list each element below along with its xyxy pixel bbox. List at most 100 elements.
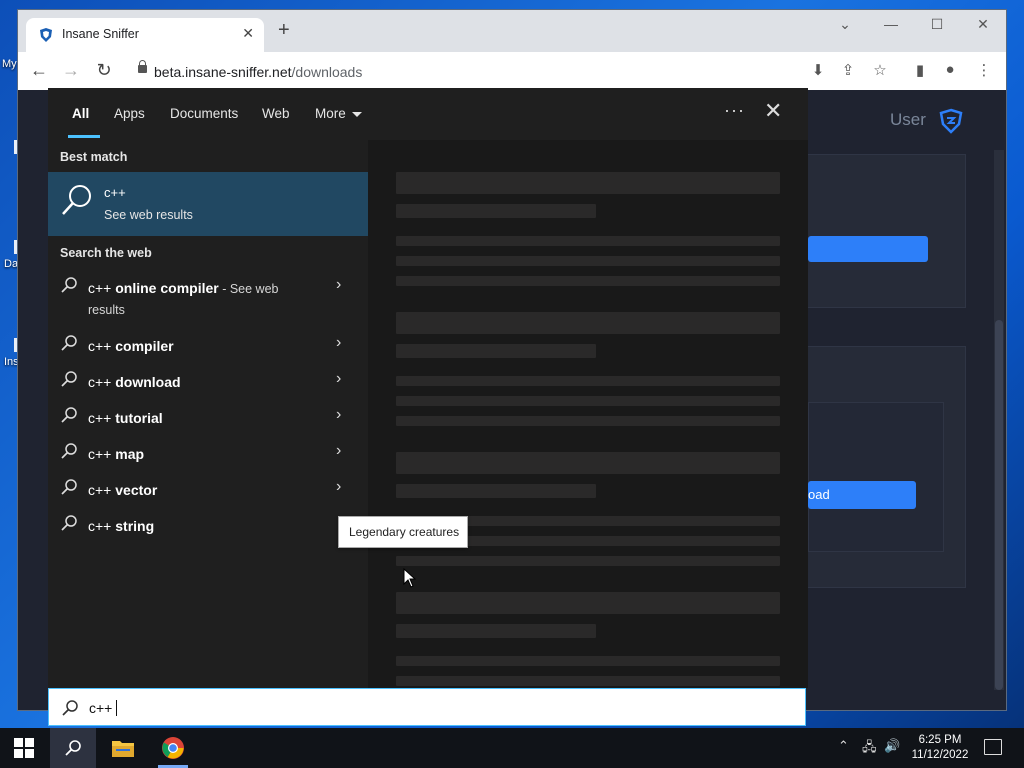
address-bar[interactable]: beta.insane-sniffer.net/downloads <box>154 64 362 80</box>
share-icon[interactable]: ⇪ <box>838 61 858 79</box>
tab-search-chevron-icon[interactable]: ⌄ <box>830 16 860 33</box>
web-suggestion-item[interactable]: c++ compiler › <box>48 328 368 364</box>
tab-documents[interactable]: Documents <box>170 106 238 121</box>
suggestion-bold: download <box>111 374 181 390</box>
chrome-taskbar-icon[interactable] <box>150 728 196 768</box>
new-tab-button[interactable]: + <box>278 20 290 40</box>
minimize-button[interactable]: — <box>876 16 906 32</box>
desktop-icon-label[interactable]: My <box>2 58 17 70</box>
tab-more-label: More <box>315 106 346 121</box>
close-icon[interactable]: ✕ <box>764 98 782 124</box>
skeleton-bar <box>396 592 780 614</box>
card-button[interactable] <box>808 236 928 262</box>
tab-web[interactable]: Web <box>262 106 290 121</box>
inner-card <box>808 402 944 552</box>
user-label[interactable]: User <box>890 110 926 130</box>
chevron-right-icon[interactable]: › <box>336 478 341 496</box>
side-panel-icon[interactable]: ▮ <box>910 61 930 79</box>
chevron-right-icon[interactable]: › <box>336 370 341 388</box>
chevron-right-icon[interactable]: › <box>336 406 341 424</box>
download-button[interactable]: oad <box>808 481 916 509</box>
best-match-subtitle: See web results <box>104 208 193 222</box>
search-icon <box>61 515 77 531</box>
suggestion-bold: vector <box>111 482 158 498</box>
web-suggestion-item[interactable]: c++ tutorial › <box>48 400 368 436</box>
query-prefix: c++ <box>88 338 112 354</box>
best-match-item[interactable]: c++ See web results <box>48 172 368 236</box>
bookmark-star-icon[interactable]: ☆ <box>870 61 890 79</box>
skeleton-bar <box>396 556 780 566</box>
clock-date: 11/12/2022 <box>911 749 969 761</box>
query-prefix: c++ <box>88 482 112 498</box>
web-suggestion-item[interactable]: c++ string <box>48 508 368 544</box>
tab-all[interactable]: All <box>72 106 89 121</box>
search-icon <box>61 479 77 495</box>
skeleton-bar <box>396 256 780 266</box>
maximize-button[interactable]: ☐ <box>922 16 952 33</box>
chevron-right-icon[interactable]: › <box>336 334 341 352</box>
profile-avatar-icon[interactable]: ● <box>940 61 960 78</box>
search-query-text: c++ <box>89 700 118 716</box>
web-suggestion-item[interactable]: c++ online compiler - See web results › <box>48 270 368 322</box>
search-input[interactable]: c++ <box>48 688 806 726</box>
active-tab-indicator <box>68 135 100 138</box>
search-icon <box>65 740 81 756</box>
search-web-heading: Search the web <box>60 246 152 260</box>
search-filter-tabs: All Apps Documents Web More ··· ✕ <box>48 88 808 140</box>
tray-overflow-chevron-icon[interactable]: ⌃ <box>838 738 849 754</box>
skeleton-bar <box>396 344 596 358</box>
text-caret <box>116 700 118 716</box>
system-clock[interactable]: 6:25 PM 11/12/2022 <box>904 733 976 763</box>
close-window-button[interactable]: ✕ <box>968 16 998 33</box>
web-suggestion-text: c++ map <box>88 444 318 465</box>
network-icon[interactable]: 🖧 <box>862 738 877 760</box>
back-arrow-icon[interactable]: ← <box>28 60 50 81</box>
download-button-label: oad <box>808 487 830 502</box>
shield-logo-icon <box>939 108 963 134</box>
best-match-title: c++ <box>104 185 126 200</box>
results-list: Best match c++ See web results Search th… <box>48 140 368 688</box>
volume-icon[interactable]: 🔊 <box>884 738 900 754</box>
suggestion-bold: string <box>111 518 155 534</box>
file-explorer-taskbar-icon[interactable] <box>100 728 146 768</box>
skeleton-bar <box>396 396 780 406</box>
web-suggestion-item[interactable]: c++ map › <box>48 436 368 472</box>
desktop-icon-label[interactable]: Ins <box>4 356 19 368</box>
web-suggestion-item[interactable]: c++ download › <box>48 364 368 400</box>
mouse-cursor-icon <box>403 568 417 588</box>
url-path: /downloads <box>291 64 363 80</box>
tab-apps[interactable]: Apps <box>114 106 145 121</box>
query-prefix: c++ <box>88 446 112 462</box>
desktop-icon-label[interactable]: Da <box>4 258 18 270</box>
query-prefix: c++ <box>88 410 112 426</box>
notification-center-icon[interactable] <box>984 739 1002 755</box>
skeleton-bar <box>396 376 780 386</box>
tab-strip: Insane Sniffer ✕ + ⌄ — ☐ ✕ <box>18 10 1006 52</box>
web-suggestion-item[interactable]: c++ vector › <box>48 472 368 508</box>
web-suggestion-text: c++ download <box>88 372 318 393</box>
windows-start-icon[interactable] <box>14 738 34 758</box>
download-blocked-icon[interactable]: ⬇ <box>808 61 828 79</box>
tab-close-icon[interactable]: ✕ <box>242 25 254 42</box>
reload-icon[interactable]: ↻ <box>93 60 115 81</box>
forward-arrow-icon[interactable]: → <box>60 60 82 81</box>
menu-kebab-icon[interactable]: ⋮ <box>974 61 994 79</box>
skeleton-bar <box>396 452 780 474</box>
chevron-right-icon[interactable]: › <box>336 276 341 294</box>
page-scrollbar-thumb[interactable] <box>995 320 1003 690</box>
tab-more[interactable]: More <box>315 106 362 121</box>
chevron-right-icon[interactable]: › <box>336 442 341 460</box>
suggestion-bold: map <box>111 446 145 462</box>
skeleton-bar <box>396 416 780 426</box>
web-suggestion-text: c++ tutorial <box>88 408 318 429</box>
query-prefix: c++ <box>88 518 112 534</box>
taskbar-search-button[interactable] <box>50 728 96 768</box>
preview-pane <box>368 140 808 688</box>
suggestion-suffix: - See web <box>218 282 279 296</box>
search-icon <box>61 371 77 387</box>
best-match-heading: Best match <box>60 150 128 164</box>
more-options-icon[interactable]: ··· <box>724 100 745 121</box>
skeleton-bar <box>396 484 596 498</box>
lock-icon[interactable] <box>138 60 147 73</box>
browser-tab[interactable]: Insane Sniffer ✕ <box>26 18 264 52</box>
